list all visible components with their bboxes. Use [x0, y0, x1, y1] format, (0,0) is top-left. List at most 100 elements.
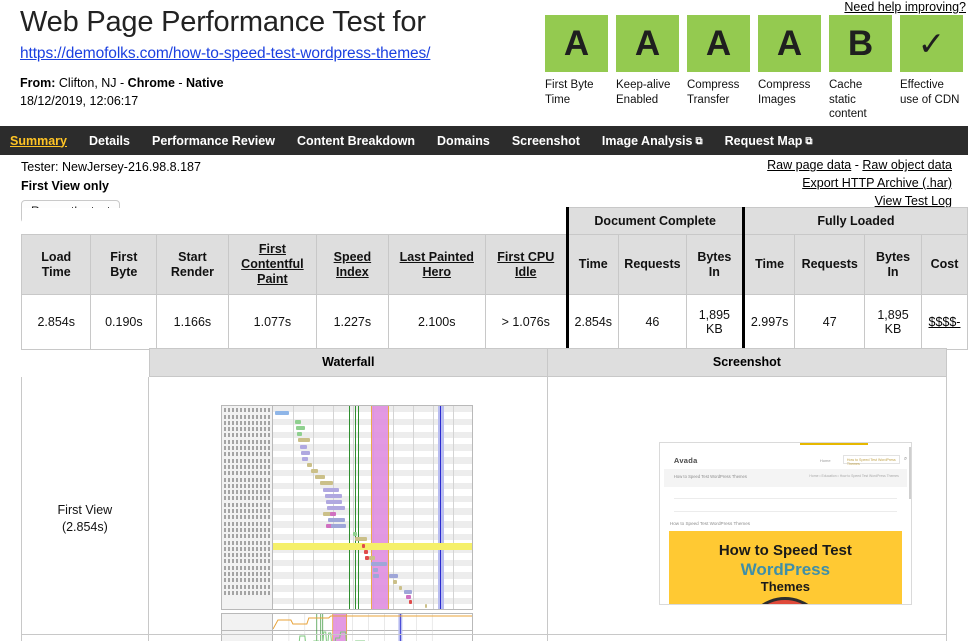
raw-data-links: Raw page data - Raw object data Export H…	[767, 157, 952, 210]
screenshot-hero-line1: How to Speed Test	[669, 542, 902, 559]
tab-summary[interactable]: Summary	[10, 134, 67, 148]
tab-domains[interactable]: Domains	[437, 134, 490, 148]
cell-cost[interactable]: $$$$-	[921, 295, 967, 350]
waterfall-column-header: Waterfall	[149, 348, 548, 377]
waterfall-cell[interactable]	[149, 377, 548, 641]
waterfall-chart[interactable]	[221, 405, 473, 641]
panel-body-row: First View (2.854s)	[21, 377, 947, 641]
grade-label: Effective use of CDN	[900, 78, 963, 107]
grade-label: First Byte Time	[545, 78, 608, 107]
screenshot-hero-line3: Themes	[669, 579, 902, 594]
cell-dc-time: 2.854s	[567, 295, 619, 350]
grade-box: B	[829, 15, 892, 72]
col-first-contentful-paint[interactable]: First Contentful Paint	[228, 235, 317, 295]
tested-url-link[interactable]: https://demofolks.com/how-to-speed-test-…	[20, 45, 540, 63]
screenshot-section-title: How to Speed Test WordPress Themes	[670, 521, 750, 526]
raw-data-row: Raw page data - Raw object data	[767, 157, 952, 175]
from-label: From:	[20, 76, 55, 90]
col-label: First CPU Idle	[497, 250, 554, 279]
panel-header-row: Waterfall Screenshot	[21, 348, 947, 377]
tab-performance-review[interactable]: Performance Review	[152, 134, 275, 148]
screenshot-scrollbar	[909, 447, 911, 499]
screenshot-cell[interactable]: Avada Home How to Speed Test WordPress T…	[548, 377, 947, 641]
grade-label: Cache static content	[829, 78, 892, 122]
connection-type: Native	[186, 76, 224, 90]
cell-dc-requests: 46	[619, 295, 687, 350]
grade-label: Compress Images	[758, 78, 821, 107]
view-test-log-link[interactable]: View Test Log	[875, 194, 952, 208]
waterfall-lower-labels	[222, 614, 273, 641]
panel-header-spacer	[21, 348, 149, 377]
col-dc-time: Time	[567, 235, 619, 295]
screenshot-site-nav: Avada Home How to Speed Test WordPress T…	[660, 447, 911, 467]
screenshot-site-logo: Avada	[674, 456, 698, 465]
first-view-only-label: First View only	[21, 177, 201, 196]
grade-item-compress-transfer[interactable]: A Compress Transfer	[687, 15, 750, 122]
grade-item-first-byte-time[interactable]: A First Byte Time	[545, 15, 608, 122]
group-header-fully-loaded: Fully Loaded	[743, 208, 967, 235]
screenshot-thumbnail[interactable]: Avada Home How to Speed Test WordPress T…	[659, 442, 912, 605]
grade-box: A	[687, 15, 750, 72]
col-label: Time	[755, 257, 784, 271]
grade-item-effective-use-of-cdn[interactable]: ✓ Effective use of CDN	[900, 15, 963, 122]
col-label: Bytes In	[697, 250, 731, 279]
test-datetime: 18/12/2019, 12:06:17	[20, 92, 540, 110]
waterfall-cpu-bandwidth-chart	[221, 613, 473, 641]
test-location-line: From: Clifton, NJ - Chrome - Native	[20, 74, 540, 92]
col-cost: Cost	[921, 235, 967, 295]
waterfall-chart-main	[221, 405, 473, 610]
browser-name: Chrome	[128, 76, 175, 90]
tab-request-map[interactable]: Request Map⧉	[725, 134, 813, 148]
first-view-label-line1: First View	[58, 502, 113, 520]
tab-content-breakdown[interactable]: Content Breakdown	[297, 134, 415, 148]
tab-screenshot[interactable]: Screenshot	[512, 134, 580, 148]
from-location: Clifton, NJ -	[59, 76, 128, 90]
col-load-time: Load Time	[22, 235, 91, 295]
cell-start-render: 1.166s	[157, 295, 228, 350]
tab-image-analysis[interactable]: Image Analysis⧉	[602, 134, 703, 148]
grade-item-cache-static-content[interactable]: B Cache static content	[829, 15, 892, 122]
group-header-document-complete: Document Complete	[567, 208, 743, 235]
col-label: Cost	[931, 257, 959, 271]
results-table-wrapper: Document Complete Fully Loaded Load Time…	[21, 207, 968, 350]
grade-box-checkmark-icon: ✓	[900, 15, 963, 72]
external-link-icon: ⧉	[695, 136, 702, 147]
waterfall-request-labels	[222, 406, 273, 609]
grade-item-compress-images[interactable]: A Compress Images	[758, 15, 821, 122]
waterfall-screenshot-panel: Waterfall Screenshot First View (2.854s)	[21, 348, 947, 641]
link-separator: -	[851, 158, 862, 172]
screenshot-top-accent	[660, 443, 911, 446]
search-icon: ⌕	[904, 456, 907, 463]
col-last-painted-hero[interactable]: Last Painted Hero	[388, 235, 485, 295]
cell-first-cpu-idle: > 1.076s	[485, 295, 567, 350]
group-header-blank	[22, 208, 568, 235]
tab-details[interactable]: Details	[89, 134, 130, 148]
page-title: Web Page Performance Test for	[20, 6, 540, 39]
export-har-link[interactable]: Export HTTP Archive (.har)	[802, 176, 952, 190]
col-label: First Byte	[110, 250, 137, 279]
bottom-divider	[21, 634, 947, 635]
webpagetest-result-page: Web Page Performance Test for https://de…	[0, 0, 968, 641]
raw-object-data-link[interactable]: Raw object data	[862, 158, 952, 172]
col-dc-requests: Requests	[619, 235, 687, 295]
col-fl-bytes-in: Bytes In	[865, 235, 922, 295]
results-table: Document Complete Fully Loaded Load Time…	[21, 207, 968, 350]
grade-box: A	[616, 15, 679, 72]
screenshot-column-header: Screenshot	[548, 348, 947, 377]
col-dc-bytes-in: Bytes In	[686, 235, 743, 295]
grade-item-keep-alive-enabled[interactable]: A Keep-alive Enabled	[616, 15, 679, 122]
screenshot-search-box: How to Speed Test WordPress Themes	[843, 455, 900, 464]
need-help-improving-link[interactable]: Need help improving?	[844, 0, 966, 14]
screenshot-hero-banner: How to Speed Test WordPress Themes	[669, 531, 902, 604]
first-view-row-label: First View (2.854s)	[21, 377, 149, 641]
cell-last-painted-hero: 2.100s	[388, 295, 485, 350]
cost-link[interactable]: $$$$-	[929, 315, 961, 329]
cell-first-contentful-paint: 1.077s	[228, 295, 317, 350]
raw-page-data-link[interactable]: Raw page data	[767, 158, 851, 172]
external-link-icon: ⧉	[805, 136, 812, 147]
sparkline-svg	[273, 614, 472, 641]
col-first-cpu-idle[interactable]: First CPU Idle	[485, 235, 567, 295]
col-speed-index[interactable]: Speed Index	[317, 235, 388, 295]
cell-fl-bytes-in: 1,895 KB	[865, 295, 922, 350]
col-label: Time	[579, 257, 608, 271]
